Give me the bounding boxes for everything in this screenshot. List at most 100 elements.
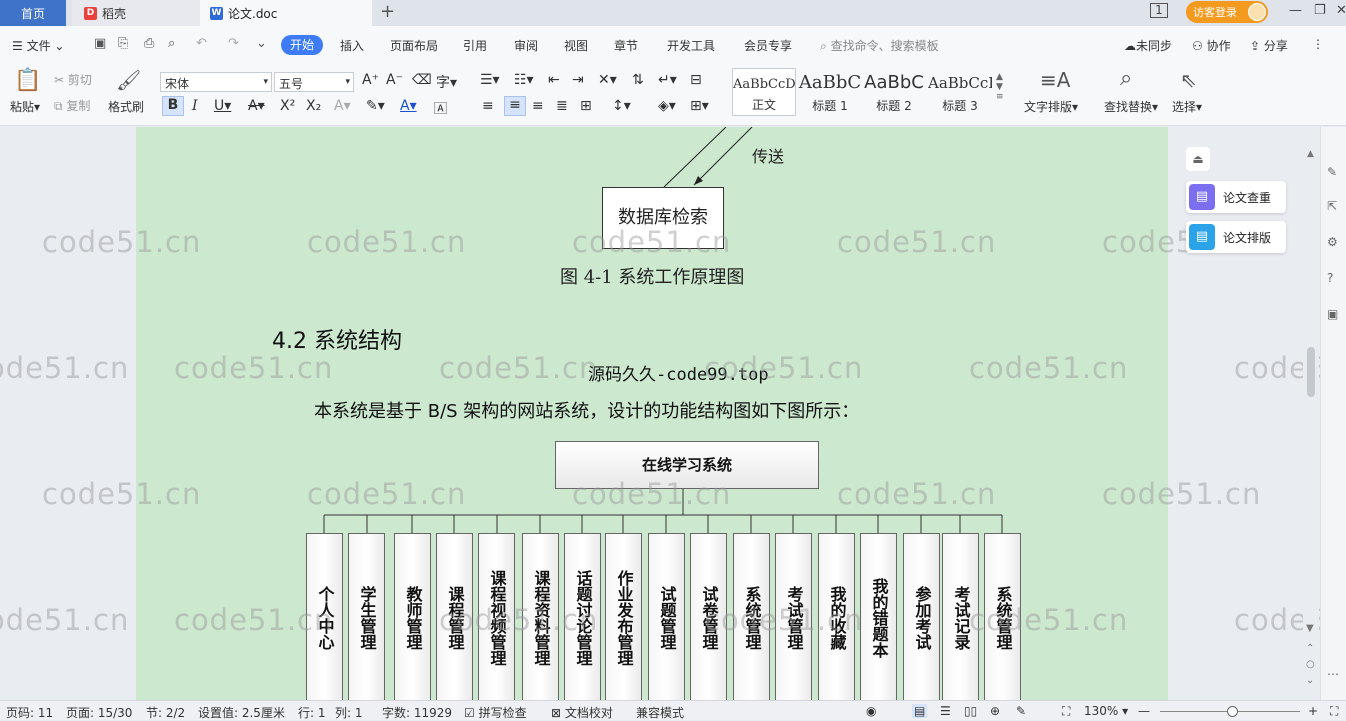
find-replace-button[interactable]: 查找替换▾ (1104, 98, 1158, 115)
tab-review[interactable]: 审阅 (514, 37, 538, 54)
tab-developer[interactable]: 开发工具 (667, 37, 715, 54)
page-view-icon[interactable]: ▤ (912, 704, 928, 718)
copy-button[interactable]: ⧉ 复制 (54, 97, 90, 114)
more-menu-icon[interactable]: ⋮ (1312, 37, 1324, 51)
tab-ruler-button[interactable]: ⊟ (690, 72, 702, 88)
doc-proof-toggle[interactable]: ⊠ 文档校对 (551, 704, 613, 721)
zoom-slider-thumb[interactable] (1227, 706, 1238, 717)
collapse-icon[interactable]: ⏏ (1186, 147, 1210, 171)
shrink-font-icon[interactable]: A⁻ (386, 72, 403, 88)
text-layout-button[interactable]: 文字排版▾ (1024, 98, 1078, 115)
scroll-thumb[interactable] (1307, 347, 1315, 397)
style-normal[interactable]: AaBbCcDd 正文 (732, 68, 796, 116)
align-left-button[interactable]: ≡ (482, 98, 494, 114)
styles-scroll-icon[interactable]: ▲ ▼ ≡ (996, 72, 1004, 102)
grow-font-icon[interactable]: A⁺ (362, 72, 379, 88)
close-icon[interactable]: ✕ (1336, 3, 1346, 18)
undo-icon[interactable]: ↶ (196, 36, 207, 51)
style-heading2[interactable]: AaBbC 标题 2 (862, 68, 926, 116)
save-icon[interactable]: ▣ (94, 36, 106, 51)
find-icon[interactable]: ⌕ (1120, 66, 1132, 91)
more-icon[interactable]: ⌄ (256, 36, 267, 51)
command-search[interactable]: ⌕ 查找命令、搜索模板 (820, 37, 939, 54)
cut-button[interactable]: ✂ 剪切 (54, 71, 92, 88)
status-section[interactable]: 节: 2/2 (146, 704, 185, 721)
chinese-layout-button[interactable]: ✕▾ (598, 72, 617, 88)
pointer-icon[interactable]: ⇱ (1327, 199, 1337, 213)
share-button[interactable]: ⇪ 分享 (1250, 37, 1288, 54)
phonetic-icon[interactable]: 字▾ (436, 72, 457, 92)
thesis-format-button[interactable]: ▤ 论文排版 (1186, 221, 1286, 253)
eye-protect-icon[interactable]: ◉ (866, 704, 876, 718)
show-marks-button[interactable]: ↵▾ (658, 72, 677, 88)
redo-icon[interactable]: ↷ (228, 36, 239, 51)
fit-page-icon[interactable]: ⛶ (1062, 704, 1070, 719)
select-browse-icon[interactable]: ○ (1306, 659, 1315, 670)
scroll-down-icon[interactable]: ▼ (1306, 623, 1314, 634)
preview-icon[interactable]: ⌕ (168, 36, 175, 51)
print-icon[interactable]: ⎙ (144, 36, 154, 51)
file-menu[interactable]: ☰ 文件 ⌄ (12, 37, 64, 54)
prev-page-icon[interactable]: ⌃ (1306, 643, 1314, 654)
italic-button[interactable]: I (192, 98, 198, 114)
shading-button[interactable]: ◈▾ (658, 98, 676, 114)
help-icon[interactable]: ? (1327, 271, 1333, 285)
style-heading1[interactable]: AaBbC 标题 1 (798, 68, 862, 116)
font-color-button[interactable]: A▾ (400, 98, 417, 114)
fullscreen-icon[interactable]: ⛶ (1330, 704, 1338, 719)
next-page-icon[interactable]: ⌄ (1306, 675, 1314, 686)
text-layout-icon[interactable]: ≡A (1040, 68, 1070, 92)
zoom-out-icon[interactable]: — (1138, 704, 1150, 718)
zoom-in-icon[interactable]: + (1308, 704, 1318, 718)
text-effect-button[interactable]: A▾ (334, 98, 351, 114)
font-size-select[interactable]: 五号 ▾ (274, 72, 354, 92)
number-list-button[interactable]: ☷▾ (514, 72, 534, 88)
paste-button[interactable]: 粘贴▾ (10, 98, 40, 115)
status-line-number[interactable]: 页码: 11 (6, 704, 53, 721)
status-page[interactable]: 页面: 15/30 (66, 704, 132, 721)
outdent-button[interactable]: ⇤ (548, 72, 560, 88)
underline-button[interactable]: U▾ (214, 98, 231, 114)
status-setting[interactable]: 设置值: 2.5厘米 (198, 704, 285, 721)
bullet-list-button[interactable]: ☰▾ (480, 72, 500, 88)
line-spacing-button[interactable]: ↕▾ (612, 98, 631, 114)
sync-status[interactable]: ☁未同步 (1124, 37, 1172, 54)
layout-icon[interactable]: 1 (1150, 3, 1168, 18)
tab-view[interactable]: 视图 (564, 37, 588, 54)
tab-daoke[interactable]: D 稻壳 (72, 0, 200, 26)
indent-button[interactable]: ⇥ (572, 72, 584, 88)
status-row[interactable]: 行: 1 (298, 704, 326, 721)
justify-button[interactable]: ≣ (556, 98, 568, 114)
zoom-select[interactable]: 130% ▾ (1084, 704, 1128, 718)
reading-view-icon[interactable]: ▯▯ (964, 704, 977, 718)
borders-button[interactable]: ⊞▾ (690, 98, 709, 114)
collab-button[interactable]: ⚇ 协作 (1192, 37, 1231, 54)
outline-view-icon[interactable]: ☰ (940, 704, 951, 718)
web-view-icon[interactable]: ⊕ (990, 704, 1000, 718)
tab-member[interactable]: 会员专享 (744, 37, 792, 54)
clear-format-icon[interactable]: ⌫ (412, 72, 432, 88)
status-col[interactable]: 列: 1 (335, 704, 363, 721)
export-icon[interactable]: ⎘ (118, 36, 128, 51)
distributed-button[interactable]: ⊞ (580, 98, 592, 114)
edit-icon[interactable]: ✎ (1327, 165, 1337, 179)
align-center-button[interactable]: ≡ (504, 96, 526, 116)
settings-icon[interactable]: ⚙ (1327, 235, 1338, 249)
new-tab-icon[interactable]: + (380, 1, 395, 22)
style-heading3[interactable]: AaBbCcI 标题 3 (928, 68, 992, 116)
tab-chapter[interactable]: 章节 (614, 37, 638, 54)
tab-start[interactable]: 开始 (281, 35, 323, 55)
scroll-up-icon[interactable]: ▲ (1307, 149, 1314, 159)
highlight-button[interactable]: ✎▾ (366, 98, 385, 114)
more-tools-icon[interactable]: ⋯ (1327, 667, 1339, 681)
tab-home[interactable]: 首页 (0, 0, 66, 26)
format-painter-button[interactable]: 格式刷 (108, 98, 144, 115)
brush-icon[interactable]: 🖌 (116, 68, 141, 92)
bold-button[interactable]: B (162, 96, 184, 116)
sort-button[interactable]: ⇅ (632, 72, 644, 88)
tab-insert[interactable]: 插入 (340, 37, 364, 54)
write-view-icon[interactable]: ✎ (1016, 704, 1026, 718)
cursor-icon[interactable]: ⇖ (1180, 68, 1197, 92)
font-name-select[interactable]: 宋体 ▾ (160, 72, 272, 92)
document-page[interactable]: 传送 数据库检索 图 4-1 系统工作原理图 4.2 系统结构 源码久久-cod… (136, 127, 1168, 700)
